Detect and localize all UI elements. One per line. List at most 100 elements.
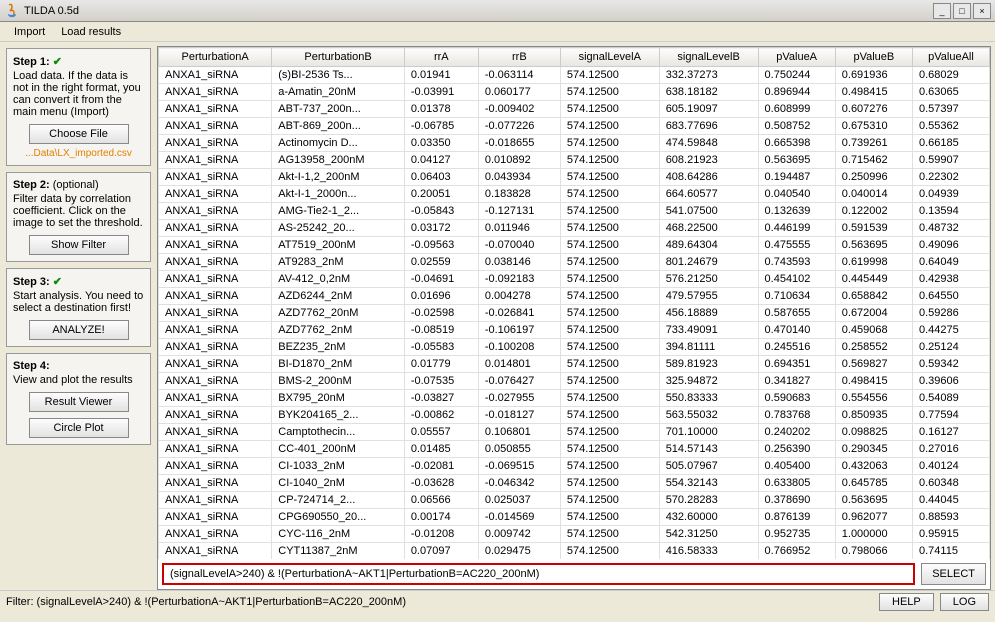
table-row[interactable]: ANXA1_siRNACP-724714_2...0.065660.025037…	[159, 492, 990, 509]
table-cell: -0.063114	[478, 67, 560, 84]
select-button[interactable]: SELECT	[921, 563, 986, 585]
table-row[interactable]: ANXA1_siRNACamptothecin...0.055570.10680…	[159, 424, 990, 441]
table-cell: 574.12500	[560, 322, 659, 339]
analyze-button[interactable]: ANALYZE!	[29, 320, 129, 340]
menu-import[interactable]: Import	[6, 24, 53, 40]
table-row[interactable]: ANXA1_siRNABI-D1870_2nM0.017790.01480157…	[159, 356, 990, 373]
table-cell: AZD7762_2nM	[272, 322, 405, 339]
table-cell: 0.876139	[758, 509, 835, 526]
column-header[interactable]: signalLevelB	[659, 48, 758, 67]
table-cell: 0.591539	[835, 220, 912, 237]
table-row[interactable]: ANXA1_siRNABX795_20nM-0.03827-0.02795557…	[159, 390, 990, 407]
show-filter-button[interactable]: Show Filter	[29, 235, 129, 255]
table-cell: 0.672004	[835, 305, 912, 322]
table-cell: 408.64286	[659, 169, 758, 186]
column-header[interactable]: rrA	[404, 48, 478, 67]
table-cell: 0.010892	[478, 152, 560, 169]
table-cell: 0.378690	[758, 492, 835, 509]
table-cell: 0.962077	[835, 509, 912, 526]
table-row[interactable]: ANXA1_siRNACYT11387_2nM0.070970.02947557…	[159, 543, 990, 560]
column-header[interactable]: PerturbationB	[272, 48, 405, 67]
table-cell: 574.12500	[560, 135, 659, 152]
table-row[interactable]: ANXA1_siRNAa-Amatin_20nM-0.039910.060177…	[159, 84, 990, 101]
table-cell: 0.563695	[835, 237, 912, 254]
table-row[interactable]: ANXA1_siRNACI-1040_2nM-0.03628-0.0463425…	[159, 475, 990, 492]
table-cell: 0.06566	[404, 492, 478, 509]
table-cell: 574.12500	[560, 509, 659, 526]
table-row[interactable]: ANXA1_siRNAAZD7762_2nM-0.08519-0.1061975…	[159, 322, 990, 339]
table-cell: ANXA1_siRNA	[159, 152, 272, 169]
table-row[interactable]: ANXA1_siRNAAZD6244_2nM0.016960.004278574…	[159, 288, 990, 305]
table-cell: ANXA1_siRNA	[159, 169, 272, 186]
table-cell: BEZ235_2nM	[272, 339, 405, 356]
table-row[interactable]: ANXA1_siRNABEZ235_2nM-0.05583-0.10020857…	[159, 339, 990, 356]
table-cell: -0.092183	[478, 271, 560, 288]
table-cell: 574.12500	[560, 67, 659, 84]
table-row[interactable]: ANXA1_siRNAAkt-I-1_2000n...0.200510.1838…	[159, 186, 990, 203]
column-header[interactable]: pValueB	[835, 48, 912, 67]
table-row[interactable]: ANXA1_siRNAAG13958_200nM0.041270.0108925…	[159, 152, 990, 169]
table-row[interactable]: ANXA1_siRNACPG690550_20...0.00174-0.0145…	[159, 509, 990, 526]
column-header[interactable]: PerturbationA	[159, 48, 272, 67]
table-cell: 574.12500	[560, 203, 659, 220]
minimize-button[interactable]: _	[933, 3, 951, 19]
table-cell: ANXA1_siRNA	[159, 526, 272, 543]
table-cell: 0.029475	[478, 543, 560, 560]
table-row[interactable]: ANXA1_siRNAAV-412_0,2nM-0.04691-0.092183…	[159, 271, 990, 288]
log-button[interactable]: LOG	[940, 593, 989, 611]
table-row[interactable]: ANXA1_siRNAAS-25242_20...0.031720.011946…	[159, 220, 990, 237]
table-cell: 554.32143	[659, 475, 758, 492]
table-cell: ANXA1_siRNA	[159, 254, 272, 271]
table-cell: ANXA1_siRNA	[159, 237, 272, 254]
table-row[interactable]: ANXA1_siRNAAMG-Tie2-1_2...-0.05843-0.127…	[159, 203, 990, 220]
column-header[interactable]: rrB	[478, 48, 560, 67]
table-cell: 0.39606	[913, 373, 990, 390]
result-viewer-button[interactable]: Result Viewer	[29, 392, 129, 412]
help-button[interactable]: HELP	[879, 593, 934, 611]
maximize-button[interactable]: □	[953, 3, 971, 19]
table-row[interactable]: ANXA1_siRNAAZD7762_20nM-0.02598-0.026841…	[159, 305, 990, 322]
table-cell: 0.95915	[913, 526, 990, 543]
table-row[interactable]: ANXA1_siRNAABT-737_200n...0.01378-0.0094…	[159, 101, 990, 118]
data-grid[interactable]: PerturbationAPerturbationBrrArrBsignalLe…	[158, 47, 990, 559]
table-row[interactable]: ANXA1_siRNAABT-869_200n...-0.06785-0.077…	[159, 118, 990, 135]
column-header[interactable]: signalLevelA	[560, 48, 659, 67]
filter-input[interactable]	[162, 563, 915, 585]
table-cell: 638.18182	[659, 84, 758, 101]
table-cell: 0.619998	[835, 254, 912, 271]
status-text: Filter: (signalLevelA>240) & !(Perturbat…	[6, 596, 873, 608]
choose-file-button[interactable]: Choose File	[29, 124, 129, 144]
column-header[interactable]: pValueAll	[913, 48, 990, 67]
table-row[interactable]: ANXA1_siRNACI-1033_2nM-0.02081-0.0695155…	[159, 458, 990, 475]
step4-panel: Step 4: View and plot the results Result…	[6, 353, 151, 445]
table-row[interactable]: ANXA1_siRNAActinomycin D...0.03350-0.018…	[159, 135, 990, 152]
close-button[interactable]: ×	[973, 3, 991, 19]
table-cell: 0.004278	[478, 288, 560, 305]
table-cell: 0.16127	[913, 424, 990, 441]
table-cell: 468.22500	[659, 220, 758, 237]
table-cell: -0.018655	[478, 135, 560, 152]
table-row[interactable]: ANXA1_siRNABYK204165_2...-0.00862-0.0181…	[159, 407, 990, 424]
table-cell: ANXA1_siRNA	[159, 220, 272, 237]
table-row[interactable]: ANXA1_siRNABMS-2_200nM-0.07535-0.0764275…	[159, 373, 990, 390]
table-row[interactable]: ANXA1_siRNA(s)BI-2536 Ts...0.01941-0.063…	[159, 67, 990, 84]
table-cell: 574.12500	[560, 390, 659, 407]
table-cell: ANXA1_siRNA	[159, 339, 272, 356]
column-header[interactable]: pValueA	[758, 48, 835, 67]
table-row[interactable]: ANXA1_siRNAAT9283_2nM0.025590.038146574.…	[159, 254, 990, 271]
circle-plot-button[interactable]: Circle Plot	[29, 418, 129, 438]
table-row[interactable]: ANXA1_siRNACYC-116_2nM-0.012080.00974257…	[159, 526, 990, 543]
table-cell: AS-25242_20...	[272, 220, 405, 237]
table-cell: -0.100208	[478, 339, 560, 356]
table-cell: 0.240202	[758, 424, 835, 441]
table-row[interactable]: ANXA1_siRNAAT7519_200nM-0.09563-0.070040…	[159, 237, 990, 254]
menu-load-results[interactable]: Load results	[53, 24, 129, 40]
table-cell: 0.432063	[835, 458, 912, 475]
table-cell: 574.12500	[560, 288, 659, 305]
table-cell: 0.060177	[478, 84, 560, 101]
table-row[interactable]: ANXA1_siRNACC-401_200nM0.014850.05085557…	[159, 441, 990, 458]
table-cell: 0.42938	[913, 271, 990, 288]
table-cell: 416.58333	[659, 543, 758, 560]
table-row[interactable]: ANXA1_siRNAAkt-I-1,2_200nM0.064030.04393…	[159, 169, 990, 186]
table-cell: 589.81923	[659, 356, 758, 373]
